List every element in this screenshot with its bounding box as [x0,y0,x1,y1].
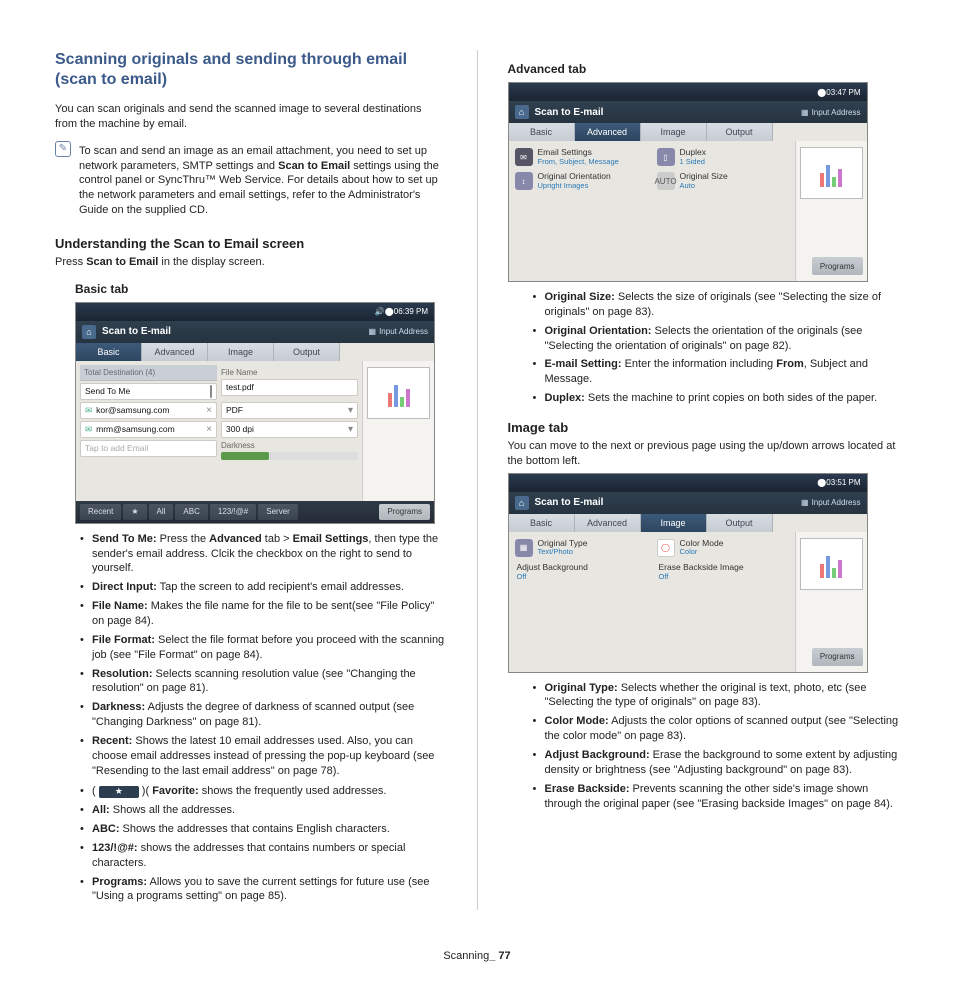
list-item: File Name: Makes the file name for the f… [80,599,447,629]
tab-advanced[interactable]: Advanced [575,123,641,141]
home-icon[interactable]: ⌂ [515,496,529,510]
preview-thumb [367,367,430,419]
page-title: Scanning originals and sending through e… [55,50,447,90]
input-address-button[interactable]: ▦ Input Address [801,498,860,507]
advanced-tab-heading: Advanced tab [508,62,900,76]
list-item: Send To Me: Press the Advanced tab > Ema… [80,532,447,577]
advanced-list: Original Size: Selects the size of origi… [508,290,900,406]
original-type-option[interactable]: ▦Original TypeText/Photo [513,536,649,560]
list-item: Original Type: Selects whether the origi… [533,681,900,711]
favorite-button[interactable]: ★ [123,504,146,520]
list-item: E-mail Setting: Enter the information in… [533,357,900,387]
note-text: To scan and send an image as an email at… [79,144,447,218]
preview-thumb [800,538,863,590]
app-title: Scan to E-mail [102,326,363,337]
duplex-option[interactable]: ▯Duplex1 Sided [655,145,791,169]
app-title: Scan to E-mail [535,497,796,508]
screenshot-basic: 🔊⬤ 06:39 PM ⌂ Scan to E-mail ▦ Input Add… [75,302,435,524]
input-address-button[interactable]: ▦ Input Address [801,108,860,117]
basic-list-2: ( ★ )( Favorite: shows the frequently us… [55,784,447,904]
input-address-button[interactable]: ▦ Input Address [369,327,428,336]
star-icon: ★ [99,786,139,798]
info-note: ✎ To scan and send an image as an email … [55,140,447,222]
list-item: ( ★ )( Favorite: shows the frequently us… [80,784,447,799]
tab-basic[interactable]: Basic [509,514,575,532]
basic-tab-heading: Basic tab [75,282,447,296]
tab-basic[interactable]: Basic [509,123,575,141]
list-item: Original Size: Selects the size of origi… [533,290,900,320]
home-icon[interactable]: ⌂ [82,325,96,339]
intro-text: You can scan originals and send the scan… [55,102,447,132]
home-icon[interactable]: ⌂ [515,105,529,119]
list-item: Original Orientation: Selects the orient… [533,324,900,354]
clock-icon: 🔊⬤ [375,307,394,316]
darkness-label: Darkness [221,441,358,450]
list-item: Darkness: Adjusts the degree of darkness… [80,700,447,730]
list-item: Adjust Background: Erase the background … [533,748,900,778]
list-item: Color Mode: Adjusts the color options of… [533,714,900,744]
tab-output[interactable]: Output [707,123,773,141]
list-item: File Format: Select the file format befo… [80,633,447,663]
size-option[interactable]: AUTOOriginal SizeAuto [655,169,791,193]
preview-thumb [800,147,863,199]
dest-count: Total Destination (4) [80,365,217,381]
page-footer: Scanning_ 77 [55,950,899,962]
adjust-bg-option[interactable]: Adjust BackgroundOff [513,560,649,584]
note-icon: ✎ [55,141,71,157]
screenshot-image: ⬤ 03:51 PM ⌂ Scan to E-mail ▦ Input Addr… [508,473,868,673]
email-settings-option[interactable]: ✉Email SettingsFrom, Subject, Message [513,145,649,169]
darkness-slider[interactable] [221,452,358,460]
list-item: Erase Backside: Prevents scanning the ot… [533,782,900,812]
list-item: All: Shows all the addresses. [80,803,447,818]
app-title: Scan to E-mail [535,107,796,118]
tab-bar: Basic Advanced Image Output [76,343,434,361]
file-name-label: File Name [221,368,358,377]
list-item: Direct Input: Tap the screen to add reci… [80,580,447,595]
email-row[interactable]: ✉kor@samsung.com× [80,402,217,419]
tab-advanced[interactable]: Advanced [575,514,641,532]
all-button[interactable]: All [149,504,174,520]
screenshot-advanced: ⬤ 03:47 PM ⌂ Scan to E-mail ▦ Input Addr… [508,82,868,282]
orientation-option[interactable]: ↕Original OrientationUpright Images [513,169,649,193]
add-email-row[interactable]: Tap to add Email [80,440,217,457]
tab-image[interactable]: Image [641,514,707,532]
image-intro: You can move to the next or previous pag… [508,439,900,469]
tab-image[interactable]: Image [641,123,707,141]
send-to-me-row[interactable]: Send To Me [80,383,217,400]
list-item: Recent: Shows the latest 10 email addres… [80,734,447,779]
tab-basic[interactable]: Basic [76,343,142,361]
tab-output[interactable]: Output [707,514,773,532]
email-row[interactable]: ✉mrm@samsung.com× [80,421,217,438]
programs-button[interactable]: Programs [379,504,430,520]
programs-button[interactable]: Programs [812,257,863,275]
list-item: Duplex: Sets the machine to print copies… [533,391,900,406]
file-name-field[interactable]: test.pdf [221,379,358,396]
understand-heading: Understanding the Scan to Email screen [55,236,447,251]
color-mode-option[interactable]: ◯Color ModeColor [655,536,791,560]
programs-button[interactable]: Programs [812,648,863,666]
list-item: 123/!@#: shows the addresses that contai… [80,841,447,871]
column-divider [477,50,478,910]
list-item: ABC: Shows the addresses that contains E… [80,822,447,837]
image-tab-heading: Image tab [508,420,900,435]
server-button[interactable]: Server [258,504,298,520]
press-instruction: Press Scan to Email in the display scree… [55,255,447,270]
list-item: Programs: Allows you to save the current… [80,875,447,905]
recent-button[interactable]: Recent [80,504,121,520]
tab-image[interactable]: Image [208,343,274,361]
list-item: Resolution: Selects scanning resolution … [80,667,447,697]
erase-backside-option[interactable]: Erase Backside ImageOff [655,560,791,584]
file-format-field[interactable]: PDF▾ [221,402,358,419]
resolution-field[interactable]: 300 dpi▾ [221,421,358,438]
tab-output[interactable]: Output [274,343,340,361]
basic-list: Send To Me: Press the Advanced tab > Ema… [55,532,447,779]
abc-button[interactable]: ABC [175,504,207,520]
tab-advanced[interactable]: Advanced [142,343,208,361]
num-button[interactable]: 123/!@# [210,504,256,520]
image-list: Original Type: Selects whether the origi… [508,681,900,812]
